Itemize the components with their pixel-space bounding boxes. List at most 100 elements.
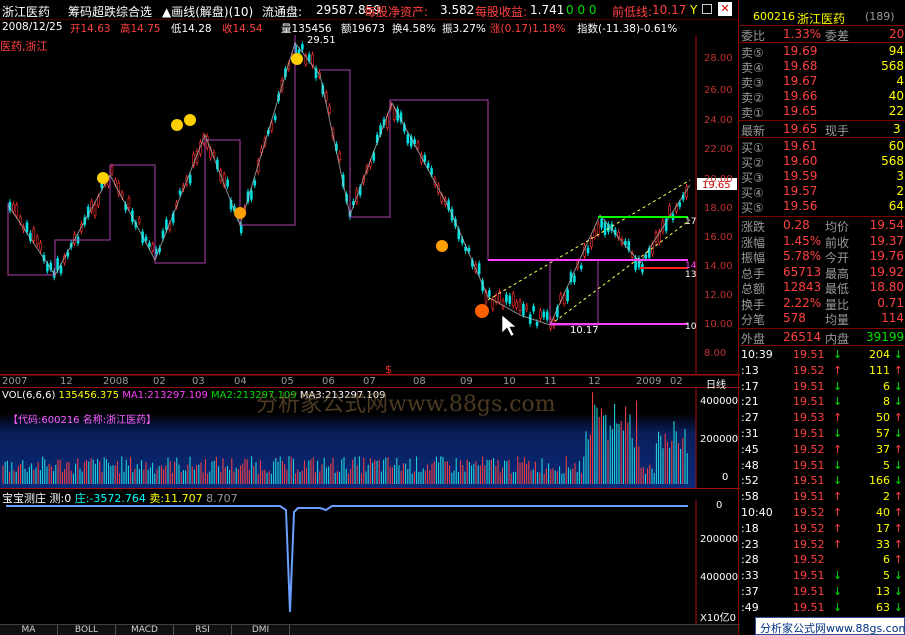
ask-volume: 568: [881, 59, 904, 73]
price-tick: 22.00: [704, 144, 733, 155]
candle-body: [596, 223, 600, 235]
smiley-icon: [171, 119, 183, 131]
y-mark: Y: [690, 3, 698, 17]
vol-axis: 400000 200000 0: [700, 396, 738, 483]
candle-body: [137, 218, 141, 223]
candle-body: [253, 180, 257, 186]
smiley-icons: [97, 53, 489, 318]
stat-label: 量比: [825, 297, 850, 312]
bid-volume: 60: [888, 139, 904, 153]
tick-direction: ↑: [893, 363, 903, 377]
tick-arrow: ↓: [833, 600, 843, 614]
tab-macd[interactable]: MACD: [116, 625, 174, 635]
candle-body: [392, 108, 396, 120]
candle-body: [165, 219, 168, 230]
price-chart[interactable]: 19.65 29.51 10.17 17 14 13 10 $: [0, 35, 740, 380]
ask-price: 19.65: [783, 104, 818, 118]
unit-label: X10亿0: [700, 613, 736, 624]
time-tick: 04: [234, 376, 247, 387]
tick-row: :45 19.52 ↑ 37 ↑: [739, 443, 905, 458]
tick-volume: 166: [869, 474, 890, 488]
candle-body: [270, 122, 274, 131]
price-tick: 12.00: [704, 290, 733, 301]
menu-formula[interactable]: 筹码超跌综合选: [68, 3, 152, 20]
tick-volume: 57: [876, 427, 890, 440]
tick-time: :49: [741, 600, 759, 614]
stat-label: 换手: [741, 297, 766, 312]
tick-price: 19.51: [793, 348, 825, 361]
tick-row: :58 19.51 ↑ 2 ↑: [739, 490, 905, 505]
candle-body: [93, 204, 97, 217]
tab-dmi[interactable]: DMI: [232, 625, 290, 635]
quote-row: 买① 19.61 60: [739, 139, 905, 155]
candle-body: [542, 311, 546, 318]
tick-volume: 8: [883, 395, 890, 409]
candle-body: [545, 311, 549, 320]
tick-row: 10:39 19.51 ↓ 204 ↓: [739, 348, 905, 363]
tick-arrow: ↓: [833, 569, 843, 583]
tick-price: 19.51: [793, 585, 825, 598]
tick-volume: 5: [883, 458, 890, 472]
tick-volume: 17: [876, 521, 890, 535]
tick-direction: ↑: [893, 521, 903, 535]
stat-label: 均价: [825, 220, 850, 234]
stat-value: 2.22%: [783, 295, 822, 310]
float-label: 流通盘:: [262, 5, 303, 19]
tick-arrow: ↓: [833, 427, 843, 440]
candlesticks: [8, 41, 688, 332]
tick-volume: 111: [869, 363, 890, 377]
ask-price: 19.68: [783, 59, 818, 73]
price-tick: 18.00: [704, 203, 733, 214]
tick-direction: ↓: [893, 600, 903, 614]
candle-body: [515, 301, 518, 308]
vol-axis-tick: 0: [722, 472, 729, 483]
ind-axis-tick: 0: [716, 500, 723, 511]
ask-label: 卖①: [741, 106, 764, 120]
tick-direction: ↑: [893, 411, 903, 425]
quote-panel: 600216 浙江医药 (189) 委比 1.33% 委差 20 卖⑤ 19.69…: [738, 0, 905, 635]
quote-row: 涨幅 1.45% 前收 19.37: [739, 234, 905, 250]
tick-row: :49 19.51 ↓ 63 ↓: [739, 601, 905, 616]
candle-body: [144, 236, 148, 241]
tick-price: 19.51: [793, 490, 825, 504]
candle-body: [239, 224, 243, 233]
tick-row: :37 19.51 ↓ 13 ↓: [739, 585, 905, 600]
tick-direction: ↓: [893, 474, 903, 488]
info-open: 开14.63: [70, 23, 111, 35]
candle-body: [148, 242, 151, 247]
price-tick: 24.00: [704, 115, 733, 126]
peak-label: 29.51: [307, 35, 336, 46]
stock-name[interactable]: 浙江医药: [2, 3, 50, 20]
quote-row: 买② 19.60 568: [739, 154, 905, 170]
tick-time: :18: [741, 521, 759, 535]
candle-body: [35, 236, 39, 245]
tick-time: :23: [741, 537, 759, 551]
candle-body: [573, 275, 576, 283]
candle-body: [406, 134, 410, 144]
tick-time: :58: [741, 490, 759, 504]
footer-logo[interactable]: 分析家公式网www.88gs.com: [755, 617, 905, 635]
tick-time: :45: [741, 442, 759, 456]
tick-arrow: ↓: [833, 474, 843, 488]
bid-volume: 64: [888, 199, 904, 213]
candle-body: [477, 263, 481, 274]
tab-ma[interactable]: MA: [0, 625, 58, 635]
candle-body: [539, 310, 542, 319]
candle-body: [525, 305, 529, 310]
cursor-icon: [501, 314, 517, 337]
bid-price: 19.56: [783, 199, 818, 213]
sector-label: 医药,浙江: [0, 40, 48, 53]
candle-body: [12, 203, 15, 212]
stat-value: 5.78%: [783, 249, 822, 263]
candle-body: [488, 290, 491, 297]
bid-volume: 2: [896, 184, 904, 198]
tab-boll[interactable]: BOLL: [58, 625, 116, 635]
candle-body: [603, 222, 607, 235]
tick-volume: 2: [883, 490, 890, 504]
latest-value: 19.65: [783, 122, 818, 136]
price-tick: 10.00: [704, 319, 733, 330]
period-label[interactable]: ▲画线(解盘)(10): [162, 3, 253, 20]
tick-price: 19.52: [793, 506, 825, 519]
tab-rsi[interactable]: RSI: [174, 625, 232, 635]
tick-row: :13 19.52 ↑ 111 ↑: [739, 364, 905, 379]
